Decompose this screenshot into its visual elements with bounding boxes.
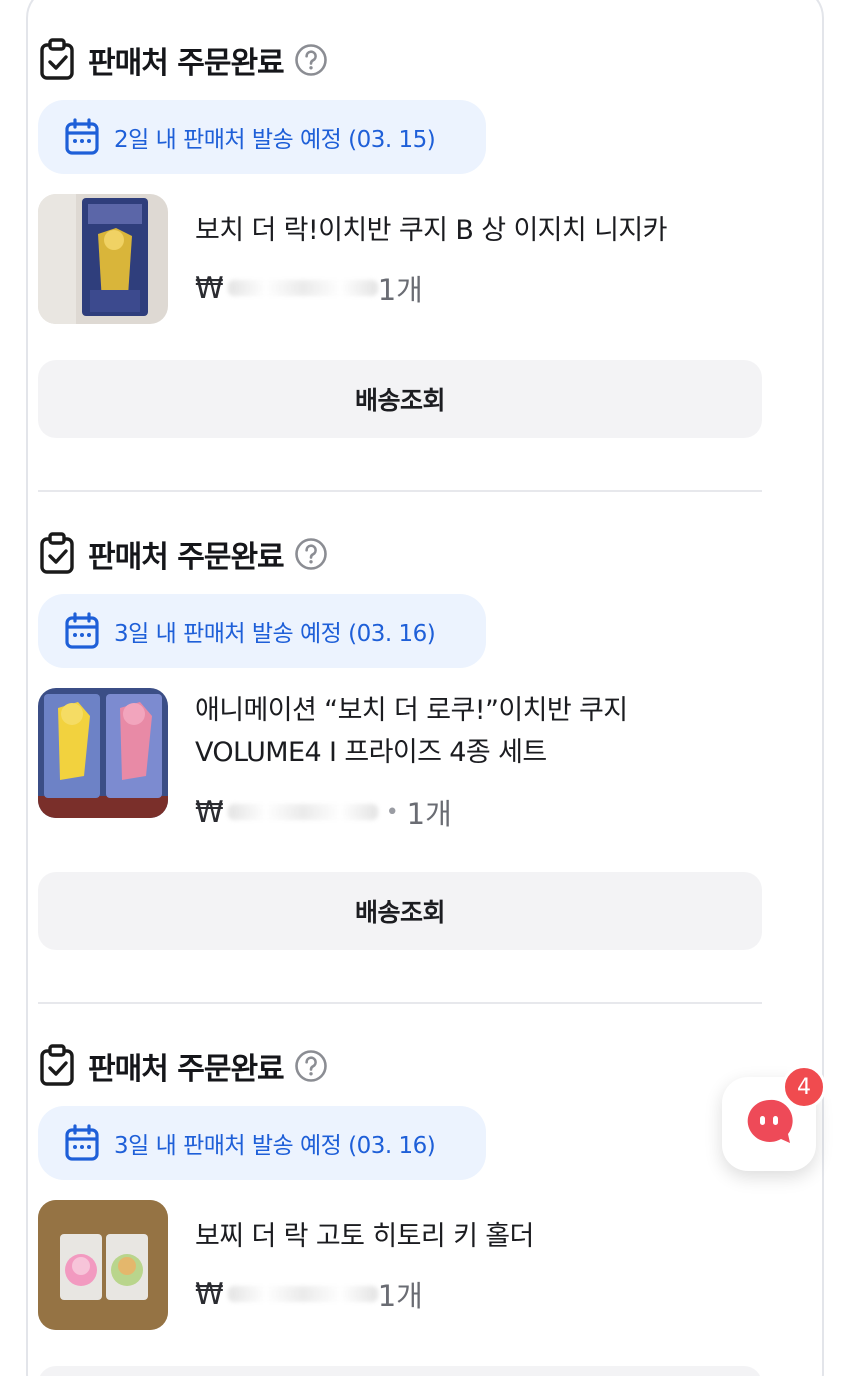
separator-dot: •	[385, 799, 399, 825]
price-redaction	[227, 1286, 378, 1302]
order-status-title: 판매처 주문완료	[88, 1052, 285, 1087]
calendar-icon	[64, 612, 100, 650]
product-name[interactable]: 보치 더 락!이치반 쿠지 B 상 이지치 니지카	[195, 210, 755, 252]
help-circle-icon[interactable]	[294, 1049, 328, 1083]
quantity-text: 1개	[406, 797, 452, 831]
calendar-icon	[64, 1124, 100, 1162]
help-circle-icon[interactable]	[294, 43, 328, 77]
track-shipment-button[interactable]	[38, 1366, 762, 1376]
product-name[interactable]: 애니메이션 “보치 더 로쿠!”이치반 쿠지 VOLUME4 I 프라이즈 4종…	[195, 690, 755, 774]
clipboard-check-icon	[38, 38, 78, 82]
shipping-estimate-pill: 3일 내 판매처 발송 예정 (03. 16)	[38, 1106, 486, 1180]
shipping-estimate-pill: 3일 내 판매처 발송 예정 (03. 16)	[38, 594, 486, 668]
chat-unread-badge: 4	[782, 1065, 826, 1109]
price-redaction	[227, 804, 378, 820]
product-thumbnail[interactable]	[38, 194, 168, 324]
shipping-estimate-pill: 2일 내 판매처 발송 예정 (03. 15)	[38, 100, 486, 174]
price-redaction	[227, 280, 378, 296]
product-thumbnail[interactable]	[38, 688, 168, 818]
price-text: ₩	[195, 795, 224, 829]
track-shipment-button[interactable]: 배송조회	[38, 360, 762, 438]
track-shipment-button[interactable]: 배송조회	[38, 872, 762, 950]
order-status-header: 판매처 주문완료	[38, 38, 328, 82]
price-text: ₩	[195, 271, 224, 305]
clipboard-check-icon	[38, 1044, 78, 1088]
help-circle-icon[interactable]	[294, 537, 328, 571]
shipping-estimate-text: 3일 내 판매처 발송 예정 (03. 16)	[114, 621, 436, 647]
price-row: ₩ 1개	[195, 1276, 423, 1313]
shipping-estimate-text: 2일 내 판매처 발송 예정 (03. 15)	[114, 127, 436, 153]
shipping-estimate-text: 3일 내 판매처 발송 예정 (03. 16)	[114, 1133, 436, 1159]
quantity-text: 1개	[377, 1279, 423, 1313]
price-row: ₩ • 1개	[195, 794, 452, 831]
product-thumbnail[interactable]	[38, 1200, 168, 1330]
divider	[38, 490, 762, 492]
order-status-header: 판매처 주문완료	[38, 532, 328, 576]
clipboard-check-icon	[38, 532, 78, 576]
order-status-title: 판매처 주문완료	[88, 46, 285, 81]
divider	[38, 1002, 762, 1004]
price-row: ₩ 1개	[195, 270, 423, 307]
order-status-title: 판매처 주문완료	[88, 540, 285, 575]
order-status-header: 판매처 주문완료	[38, 1044, 328, 1088]
chat-bubble-icon	[743, 1096, 795, 1152]
product-name[interactable]: 보찌 더 락 고토 히토리 키 홀더	[195, 1216, 755, 1258]
price-text: ₩	[195, 1277, 224, 1311]
quantity-text: 1개	[377, 273, 423, 307]
calendar-icon	[64, 118, 100, 156]
